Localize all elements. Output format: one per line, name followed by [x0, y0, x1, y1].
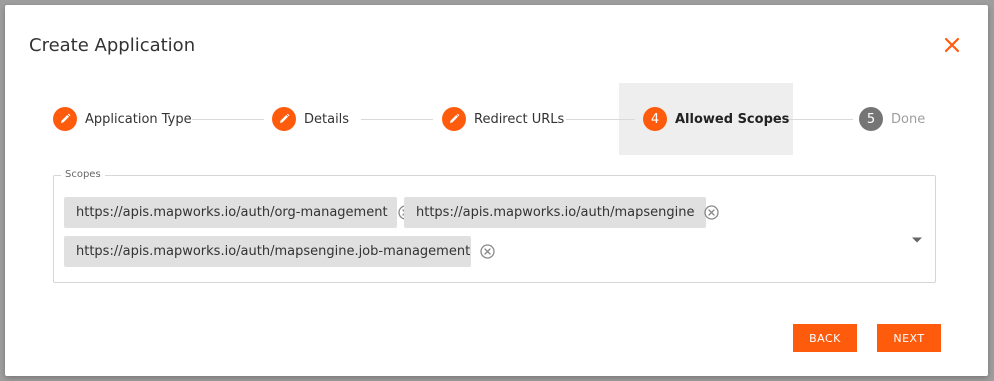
scope-chip: https://apis.mapworks.io/auth/org-manage… — [64, 197, 413, 228]
scope-chip: https://apis.mapworks.io/auth/mapsengine — [404, 197, 720, 228]
back-button[interactable]: BACK — [793, 324, 857, 352]
create-application-dialog: Create Application Application Type Deta… — [5, 5, 988, 376]
scope-chip: https://apis.mapworks.io/auth/mapsengine… — [64, 236, 495, 267]
next-button[interactable]: NEXT — [877, 324, 941, 352]
step-connector — [783, 119, 853, 120]
scope-chip-label: https://apis.mapworks.io/auth/org-manage… — [76, 205, 388, 220]
step-number: 4 — [643, 107, 667, 131]
step-redirect-urls[interactable]: Redirect URLs — [442, 107, 564, 131]
step-allowed-scopes[interactable]: 4 Allowed Scopes — [643, 107, 789, 131]
step-number: 5 — [859, 107, 883, 131]
step-details[interactable]: Details — [272, 107, 349, 131]
pencil-icon — [53, 107, 77, 131]
scope-chip-label: https://apis.mapworks.io/auth/mapsengine — [416, 205, 695, 220]
step-label: Details — [304, 111, 350, 127]
step-label: Done — [891, 111, 926, 127]
close-icon[interactable] — [940, 33, 964, 57]
dropdown-arrow-icon[interactable] — [911, 229, 923, 243]
scope-chip-label: https://apis.mapworks.io/auth/mapsengine… — [76, 244, 471, 259]
pencil-icon — [442, 107, 466, 131]
remove-circle-icon[interactable] — [703, 204, 720, 221]
step-application-type[interactable]: Application Type — [53, 107, 192, 131]
pencil-icon — [272, 107, 296, 131]
step-label: Redirect URLs — [474, 111, 565, 127]
dialog-title: Create Application — [29, 35, 196, 56]
step-label: Allowed Scopes — [675, 111, 790, 127]
step-connector — [192, 119, 264, 120]
step-done[interactable]: 5 Done — [859, 107, 925, 131]
remove-circle-icon[interactable] — [479, 243, 496, 260]
step-connector — [361, 119, 433, 120]
scopes-label: Scopes — [61, 169, 105, 180]
step-connector — [566, 119, 635, 120]
stepper: Application Type Details Redirect URLs 4… — [5, 83, 988, 155]
step-label: Application Type — [85, 111, 192, 127]
